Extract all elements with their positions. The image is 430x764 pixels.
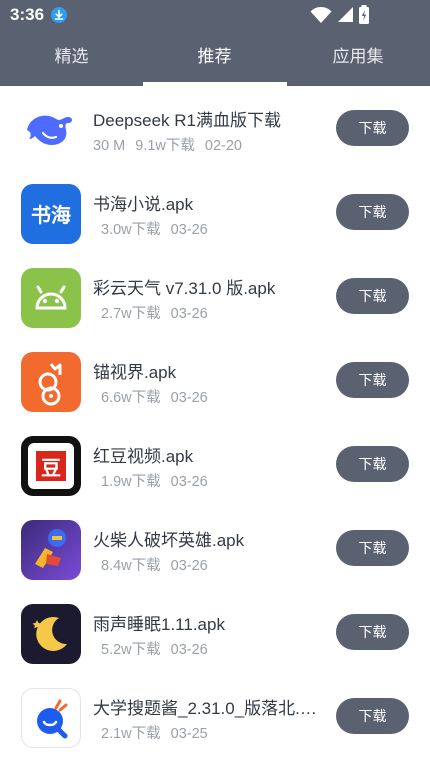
download-icon (51, 7, 67, 23)
app-downloads: 9.1w下载 (135, 138, 195, 154)
app-header: 3:36 精选 推荐 应用集 (0, 0, 430, 86)
app-downloads: 6.6w下载 (101, 390, 161, 406)
app-downloads: 5.2w下载 (101, 642, 161, 658)
app-date: 03-26 (170, 222, 208, 238)
app-name: 书海小说.apk (93, 195, 194, 214)
app-meta: 2.7w下载 03-26 (101, 302, 218, 323)
status-bar: 3:36 (0, 0, 430, 30)
app-name: 锚视界.apk (93, 363, 177, 382)
download-button[interactable]: 下载 (336, 362, 409, 398)
app-meta: 6.6w下载 03-26 (101, 386, 218, 407)
app-downloads: 2.7w下载 (101, 306, 161, 322)
app-name: 大学搜题酱_2.31.0_版落北.apk (93, 699, 323, 718)
app-meta: 2.1w下载 03-25 (101, 722, 218, 743)
battery-icon (358, 5, 370, 30)
wifi-icon (310, 6, 332, 29)
app-name: 彩云天气 v7.31.0 版.apk (93, 279, 276, 298)
app-date: 03-26 (170, 558, 208, 574)
app-downloads: 1.9w下载 (101, 474, 161, 490)
download-button[interactable]: 下载 (336, 446, 409, 482)
app-size: 30 M (93, 138, 126, 154)
tab-recommended[interactable]: 推荐 (143, 42, 286, 86)
download-button[interactable]: 下载 (336, 194, 409, 230)
tab-app-collections[interactable]: 应用集 (286, 42, 430, 86)
list-item[interactable]: 锚视界.apk 6.6w下载 03-26 下载 (0, 338, 430, 422)
download-button[interactable]: 下载 (336, 110, 409, 146)
app-meta: 5.2w下载 03-26 (101, 638, 218, 659)
app-date: 03-26 (170, 306, 208, 322)
film-cat-icon (21, 352, 81, 412)
list-item[interactable]: 雨声睡眠1.11.apk 5.2w下载 03-26 下载 (0, 590, 430, 674)
download-button[interactable]: 下载 (336, 698, 409, 734)
app-date: 03-26 (170, 642, 208, 658)
hongdou-icon: 豆 (21, 436, 81, 496)
tab-bar: 精选 推荐 应用集 (0, 42, 430, 86)
app-date: 03-26 (170, 474, 208, 490)
app-downloads: 2.1w下载 (101, 726, 161, 742)
download-button[interactable]: 下载 (336, 614, 409, 650)
list-item[interactable]: 大学搜题酱_2.31.0_版落北.apk 2.1w下载 03-25 下载 (0, 674, 430, 758)
app-name: 雨声睡眠1.11.apk (93, 615, 225, 634)
app-downloads: 3.0w下载 (101, 222, 161, 238)
game-hero-icon (21, 520, 81, 580)
app-downloads: 8.4w下载 (101, 558, 161, 574)
app-meta: 3.0w下载 03-26 (101, 218, 218, 239)
list-item[interactable]: 火柴人破坏英雄.apk 8.4w下载 03-26 下载 (0, 506, 430, 590)
list-item[interactable]: Deepseek R1满血版下载 30 M 9.1w下载 02-20 下载 (0, 86, 430, 170)
deepseek-whale-icon (21, 100, 81, 160)
signal-icon (337, 6, 354, 28)
app-name: 火柴人破坏英雄.apk (93, 531, 245, 550)
shuhai-icon: 书海 (21, 184, 81, 244)
app-date: 02-20 (204, 138, 242, 154)
svg-text:书海: 书海 (31, 203, 71, 227)
moon-icon (21, 604, 81, 664)
app-meta: 1.9w下载 03-26 (101, 470, 218, 491)
tab-featured[interactable]: 精选 (0, 42, 143, 86)
app-name: Deepseek R1满血版下载 (93, 111, 282, 130)
download-button[interactable]: 下载 (336, 530, 409, 566)
list-item[interactable]: 彩云天气 v7.31.0 版.apk 2.7w下载 03-26 下载 (0, 254, 430, 338)
download-button[interactable]: 下载 (336, 278, 409, 314)
status-time: 3:36 (10, 5, 45, 24)
app-date: 03-25 (170, 726, 208, 742)
list-item[interactable]: 豆 红豆视频.apk 1.9w下载 03-26 下载 (0, 422, 430, 506)
app-meta: 8.4w下载 03-26 (101, 554, 218, 575)
app-date: 03-26 (170, 390, 208, 406)
android-icon (21, 268, 81, 328)
svg-text:豆: 豆 (41, 456, 61, 480)
app-name: 红豆视频.apk (93, 447, 194, 466)
search-q-icon (21, 688, 81, 748)
app-meta: 30 M 9.1w下载 02-20 (93, 134, 252, 155)
list-item[interactable]: 书海 书海小说.apk 3.0w下载 03-26 下载 (0, 170, 430, 254)
